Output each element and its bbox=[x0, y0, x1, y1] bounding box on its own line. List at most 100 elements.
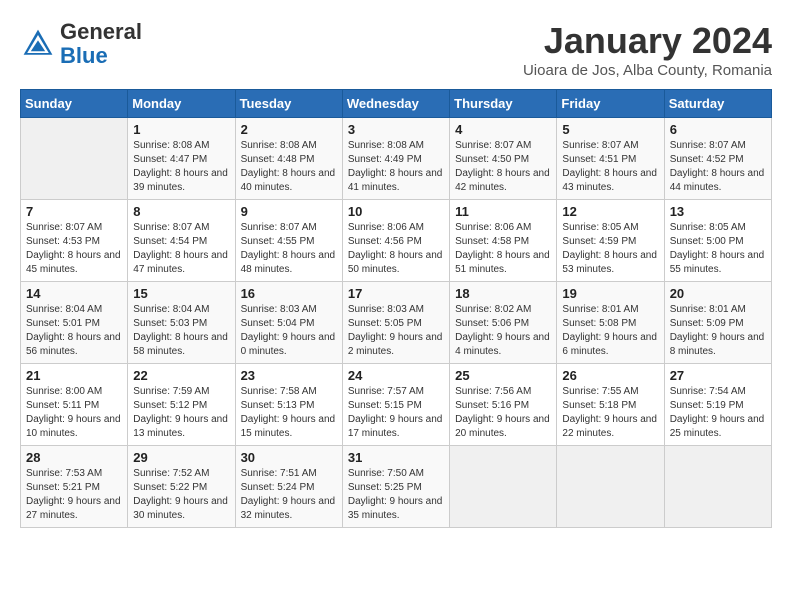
day-info: Sunrise: 8:02 AMSunset: 5:06 PMDaylight:… bbox=[455, 303, 551, 359]
day-number: 9 bbox=[241, 204, 337, 219]
day-info: Sunrise: 7:59 AMSunset: 5:12 PMDaylight:… bbox=[133, 385, 229, 441]
day-info: Sunrise: 8:04 AMSunset: 5:03 PMDaylight:… bbox=[133, 303, 229, 359]
day-number: 8 bbox=[133, 204, 229, 219]
calendar-cell-w2-d3: 9 Sunrise: 8:07 AMSunset: 4:55 PMDaylight… bbox=[235, 200, 342, 282]
day-number: 17 bbox=[348, 286, 444, 301]
page-container: General Blue January 2024 Uioara de Jos,… bbox=[20, 20, 772, 528]
header-saturday: Saturday bbox=[664, 90, 771, 118]
calendar-cell-w3-d4: 17 Sunrise: 8:03 AMSunset: 5:05 PMDayligh… bbox=[342, 282, 449, 364]
day-info: Sunrise: 7:56 AMSunset: 5:16 PMDaylight:… bbox=[455, 385, 551, 441]
day-number: 30 bbox=[241, 450, 337, 465]
calendar-cell-w4-d4: 24 Sunrise: 7:57 AMSunset: 5:15 PMDayligh… bbox=[342, 364, 449, 446]
calendar-cell-w1-d1 bbox=[21, 118, 128, 200]
day-info: Sunrise: 7:54 AMSunset: 5:19 PMDaylight:… bbox=[670, 385, 766, 441]
day-number: 20 bbox=[670, 286, 766, 301]
header-wednesday: Wednesday bbox=[342, 90, 449, 118]
day-info: Sunrise: 8:07 AMSunset: 4:55 PMDaylight:… bbox=[241, 221, 337, 277]
day-info: Sunrise: 7:52 AMSunset: 5:22 PMDaylight:… bbox=[133, 467, 229, 523]
day-info: Sunrise: 8:07 AMSunset: 4:52 PMDaylight:… bbox=[670, 139, 766, 195]
header-friday: Friday bbox=[557, 90, 664, 118]
header-tuesday: Tuesday bbox=[235, 90, 342, 118]
day-number: 7 bbox=[26, 204, 122, 219]
calendar-table: Sunday Monday Tuesday Wednesday Thursday… bbox=[20, 89, 772, 528]
calendar-cell-w1-d4: 3 Sunrise: 8:08 AMSunset: 4:49 PMDaylight… bbox=[342, 118, 449, 200]
day-info: Sunrise: 7:55 AMSunset: 5:18 PMDaylight:… bbox=[562, 385, 658, 441]
header-thursday: Thursday bbox=[450, 90, 557, 118]
day-number: 22 bbox=[133, 368, 229, 383]
calendar-body: 1Sunrise: 8:08 AMSunset: 4:47 PMDaylight… bbox=[21, 118, 772, 528]
calendar-cell-w3-d3: 16 Sunrise: 8:03 AMSunset: 5:04 PMDayligh… bbox=[235, 282, 342, 364]
calendar-cell-w1-d3: 2 Sunrise: 8:08 AMSunset: 4:48 PMDaylight… bbox=[235, 118, 342, 200]
day-info: Sunrise: 8:05 AMSunset: 4:59 PMDaylight:… bbox=[562, 221, 658, 277]
week-row-5: 28Sunrise: 7:53 AMSunset: 5:21 PMDayligh… bbox=[21, 446, 772, 528]
calendar-cell-w1-d5: 4 Sunrise: 8:07 AMSunset: 4:50 PMDaylight… bbox=[450, 118, 557, 200]
day-number: 24 bbox=[348, 368, 444, 383]
logo-icon bbox=[20, 26, 56, 62]
calendar-cell-w3-d5: 18 Sunrise: 8:02 AMSunset: 5:06 PMDayligh… bbox=[450, 282, 557, 364]
day-number: 19 bbox=[562, 286, 658, 301]
day-number: 5 bbox=[562, 122, 658, 137]
page-header: General Blue January 2024 Uioara de Jos,… bbox=[20, 20, 772, 79]
calendar-cell-w4-d6: 26 Sunrise: 7:55 AMSunset: 5:18 PMDayligh… bbox=[557, 364, 664, 446]
location: Uioara de Jos, Alba County, Romania bbox=[523, 62, 772, 79]
calendar-cell-w3-d1: 14 Sunrise: 8:04 AMSunset: 5:01 PMDayligh… bbox=[21, 282, 128, 364]
day-info: Sunrise: 8:01 AMSunset: 5:08 PMDaylight:… bbox=[562, 303, 658, 359]
header-sunday: Sunday bbox=[21, 90, 128, 118]
calendar-cell-w4-d5: 25Sunrise: 7:56 AMSunset: 5:16 PMDayligh… bbox=[450, 364, 557, 446]
day-info: Sunrise: 7:51 AMSunset: 5:24 PMDaylight:… bbox=[241, 467, 337, 523]
calendar-cell-w4-d1: 21 Sunrise: 8:00 AMSunset: 5:11 PMDayligh… bbox=[21, 364, 128, 446]
day-number: 3 bbox=[348, 122, 444, 137]
day-info: Sunrise: 8:06 AMSunset: 4:56 PMDaylight:… bbox=[348, 221, 444, 277]
calendar-cell-w1-d2: 1Sunrise: 8:08 AMSunset: 4:47 PMDaylight… bbox=[128, 118, 235, 200]
calendar-cell-w2-d1: 7 Sunrise: 8:07 AMSunset: 4:53 PMDaylight… bbox=[21, 200, 128, 282]
calendar-cell-w5-d2: 29Sunrise: 7:52 AMSunset: 5:22 PMDayligh… bbox=[128, 446, 235, 528]
day-info: Sunrise: 8:03 AMSunset: 5:04 PMDaylight:… bbox=[241, 303, 337, 359]
day-number: 14 bbox=[26, 286, 122, 301]
calendar-cell-w2-d4: 10Sunrise: 8:06 AMSunset: 4:56 PMDayligh… bbox=[342, 200, 449, 282]
calendar-cell-w1-d6: 5Sunrise: 8:07 AMSunset: 4:51 PMDaylight… bbox=[557, 118, 664, 200]
day-info: Sunrise: 8:07 AMSunset: 4:50 PMDaylight:… bbox=[455, 139, 551, 195]
calendar-cell-w5-d4: 31Sunrise: 7:50 AMSunset: 5:25 PMDayligh… bbox=[342, 446, 449, 528]
day-number: 2 bbox=[241, 122, 337, 137]
day-number: 23 bbox=[241, 368, 337, 383]
day-info: Sunrise: 7:58 AMSunset: 5:13 PMDaylight:… bbox=[241, 385, 337, 441]
week-row-3: 14 Sunrise: 8:04 AMSunset: 5:01 PMDayligh… bbox=[21, 282, 772, 364]
title-block: January 2024 Uioara de Jos, Alba County,… bbox=[523, 20, 772, 79]
day-number: 4 bbox=[455, 122, 551, 137]
day-number: 21 bbox=[26, 368, 122, 383]
day-info: Sunrise: 8:08 AMSunset: 4:47 PMDaylight:… bbox=[133, 139, 229, 195]
day-info: Sunrise: 8:04 AMSunset: 5:01 PMDaylight:… bbox=[26, 303, 122, 359]
calendar-cell-w2-d7: 13Sunrise: 8:05 AMSunset: 5:00 PMDayligh… bbox=[664, 200, 771, 282]
day-info: Sunrise: 8:01 AMSunset: 5:09 PMDaylight:… bbox=[670, 303, 766, 359]
calendar-cell-w5-d5 bbox=[450, 446, 557, 528]
day-number: 11 bbox=[455, 204, 551, 219]
week-row-4: 21 Sunrise: 8:00 AMSunset: 5:11 PMDayligh… bbox=[21, 364, 772, 446]
day-number: 18 bbox=[455, 286, 551, 301]
month-title: January 2024 bbox=[523, 20, 772, 62]
day-number: 16 bbox=[241, 286, 337, 301]
calendar-cell-w5-d3: 30 Sunrise: 7:51 AMSunset: 5:24 PMDayligh… bbox=[235, 446, 342, 528]
calendar-cell-w5-d7 bbox=[664, 446, 771, 528]
day-info: Sunrise: 8:08 AMSunset: 4:48 PMDaylight:… bbox=[241, 139, 337, 195]
day-info: Sunrise: 7:57 AMSunset: 5:15 PMDaylight:… bbox=[348, 385, 444, 441]
logo-blue: Blue bbox=[60, 43, 108, 68]
day-number: 15 bbox=[133, 286, 229, 301]
day-info: Sunrise: 8:08 AMSunset: 4:49 PMDaylight:… bbox=[348, 139, 444, 195]
logo-text: General Blue bbox=[60, 20, 142, 68]
calendar-cell-w2-d5: 11 Sunrise: 8:06 AMSunset: 4:58 PMDayligh… bbox=[450, 200, 557, 282]
calendar-cell-w5-d1: 28Sunrise: 7:53 AMSunset: 5:21 PMDayligh… bbox=[21, 446, 128, 528]
week-row-2: 7 Sunrise: 8:07 AMSunset: 4:53 PMDaylight… bbox=[21, 200, 772, 282]
logo: General Blue bbox=[20, 20, 142, 68]
day-info: Sunrise: 8:06 AMSunset: 4:58 PMDaylight:… bbox=[455, 221, 551, 277]
header-monday: Monday bbox=[128, 90, 235, 118]
day-number: 31 bbox=[348, 450, 444, 465]
day-number: 26 bbox=[562, 368, 658, 383]
calendar-cell-w4-d7: 27Sunrise: 7:54 AMSunset: 5:19 PMDayligh… bbox=[664, 364, 771, 446]
day-info: Sunrise: 8:03 AMSunset: 5:05 PMDaylight:… bbox=[348, 303, 444, 359]
calendar-cell-w3-d7: 20 Sunrise: 8:01 AMSunset: 5:09 PMDayligh… bbox=[664, 282, 771, 364]
day-info: Sunrise: 8:07 AMSunset: 4:53 PMDaylight:… bbox=[26, 221, 122, 277]
day-info: Sunrise: 8:00 AMSunset: 5:11 PMDaylight:… bbox=[26, 385, 122, 441]
day-number: 6 bbox=[670, 122, 766, 137]
weekday-header-row: Sunday Monday Tuesday Wednesday Thursday… bbox=[21, 90, 772, 118]
calendar-cell-w3-d6: 19 Sunrise: 8:01 AMSunset: 5:08 PMDayligh… bbox=[557, 282, 664, 364]
